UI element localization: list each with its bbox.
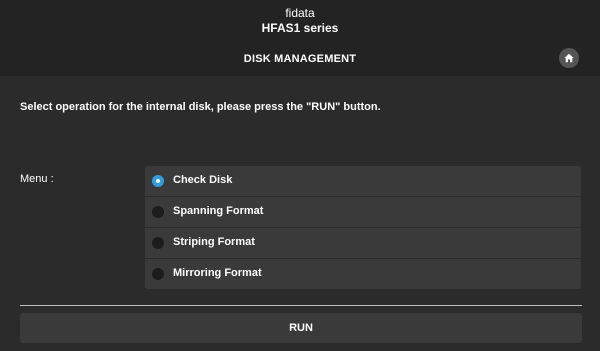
brand: fidata HFAS1 series: [0, 6, 600, 36]
radio-label: Check Disk: [173, 174, 233, 186]
radio-button-selected[interactable]: [152, 175, 164, 187]
radio-label: Striping Format: [173, 236, 255, 248]
radio-label: Spanning Format: [173, 205, 264, 217]
model-series: HFAS1 series: [261, 21, 339, 35]
radio-button[interactable]: [152, 268, 164, 280]
operation-radio-group: Check Disk Spanning Format Striping Form…: [145, 166, 581, 289]
radio-label: Mirroring Format: [173, 267, 262, 279]
radio-option-spanning-format[interactable]: Spanning Format: [145, 197, 581, 228]
radio-option-striping-format[interactable]: Striping Format: [145, 228, 581, 259]
radio-option-check-disk[interactable]: Check Disk: [145, 166, 581, 197]
radio-button[interactable]: [152, 237, 164, 249]
header-bar: fidata HFAS1 series DISK MANAGEMENT: [0, 0, 600, 76]
divider: [20, 305, 582, 306]
brand-name: fidata: [285, 6, 315, 20]
page-title: DISK MANAGEMENT: [243, 53, 357, 65]
radio-option-mirroring-format[interactable]: Mirroring Format: [145, 259, 581, 289]
home-button[interactable]: [559, 48, 579, 68]
radio-button[interactable]: [152, 206, 164, 218]
menu-label: Menu :: [20, 173, 54, 185]
run-button[interactable]: RUN: [20, 313, 582, 343]
home-icon: [564, 53, 574, 63]
instruction-text: Select operation for the internal disk, …: [20, 101, 381, 113]
